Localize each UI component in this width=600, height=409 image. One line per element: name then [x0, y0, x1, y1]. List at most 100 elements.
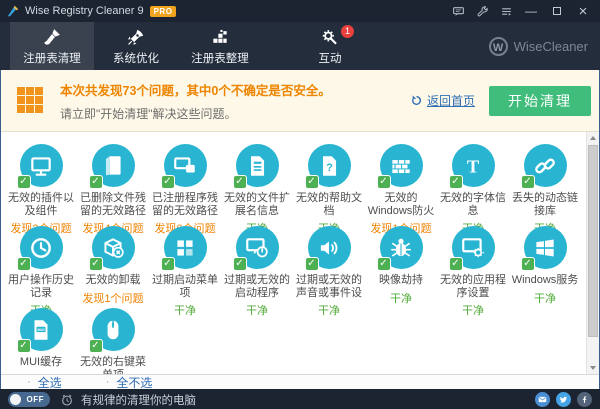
item-label: 无效的卸载	[77, 274, 149, 287]
check-icon[interactable]: ✓	[521, 175, 535, 189]
svg-text:MUI: MUI	[37, 326, 44, 331]
registry-item[interactable]: T✓无效的字体信息干净	[437, 144, 509, 226]
registry-item[interactable]: ✓无效的文件扩展名信息干净	[221, 144, 293, 226]
check-icon[interactable]: ✓	[161, 257, 175, 271]
item-label: 无效的文件扩展名信息	[221, 192, 293, 217]
wisecleaner-logo-icon: W	[489, 37, 508, 56]
registry-item[interactable]: ✓用户操作历史记录干净	[5, 226, 77, 308]
check-icon[interactable]: ✓	[377, 175, 391, 189]
main-nav: 注册表清理系统优化注册表整理 互动 1 W WiseCleaner	[0, 22, 600, 70]
svg-text:T: T	[467, 156, 479, 176]
minimize-button[interactable]: —	[518, 2, 544, 20]
close-button[interactable]: ×	[570, 2, 596, 20]
tab-label: 注册表整理	[191, 50, 249, 66]
selection-row: · 全选 · 全不选	[1, 374, 599, 389]
registry-item[interactable]: ✓丢失的动态链接库干净	[509, 144, 581, 226]
scroll-up-icon[interactable]	[587, 132, 599, 144]
facebook-icon[interactable]	[577, 392, 592, 407]
item-label: 无效的应用程序设置	[437, 274, 509, 299]
check-icon[interactable]: ✓	[377, 257, 391, 271]
item-label: 无效的字体信息	[437, 192, 509, 217]
tab-label: 互动	[319, 50, 342, 66]
item-label: 已注册程序残留的无效路径	[149, 192, 221, 217]
check-icon[interactable]: ✓	[305, 175, 319, 189]
registry-item[interactable]: ✓过期启动菜单项干净	[149, 226, 221, 308]
check-icon[interactable]: ✓	[305, 257, 319, 271]
notification-badge: 1	[341, 25, 354, 38]
start-clean-button[interactable]: 开始清理	[489, 86, 591, 116]
item-label: 无效的插件以及组件	[5, 192, 77, 217]
select-none-link[interactable]: · 全不选	[106, 374, 153, 391]
registry-item[interactable]: ✓无效的插件以及组件发现2个问题	[5, 144, 77, 226]
item-status: 干净	[293, 302, 365, 318]
item-status: 干净	[365, 290, 437, 306]
scrollbar-thumb[interactable]	[588, 145, 598, 337]
item-label: 过期启动菜单项	[149, 274, 221, 299]
scan-result-text: 本次共发现73个问题，其中0个不确定是否安全。	[60, 80, 410, 99]
item-label: Windows服务	[509, 274, 581, 287]
item-label: 映像劫持	[365, 274, 437, 287]
item-label: 过期或无效的启动程序	[221, 274, 293, 299]
check-icon[interactable]: ✓	[233, 175, 247, 189]
mail-icon[interactable]	[535, 392, 550, 407]
scroll-down-icon[interactable]	[587, 362, 599, 374]
check-icon[interactable]: ✓	[521, 257, 535, 271]
check-icon[interactable]: ✓	[17, 339, 31, 353]
scan-categories: ✓无效的插件以及组件发现2个问题✓已删除文件残留的无效路径发现4个问题✓已注册程…	[1, 132, 599, 374]
check-icon[interactable]: ✓	[233, 257, 247, 271]
registry-item[interactable]: ✓ 映像劫持干净	[365, 226, 437, 308]
registry-item[interactable]: ✓已注册程序残留的无效路径发现6个问题	[149, 144, 221, 226]
wisecleaner-logo-text: WiseCleaner	[514, 39, 588, 54]
check-icon[interactable]: ✓	[449, 175, 463, 189]
refresh-icon	[410, 94, 427, 107]
tab-system-tuneup[interactable]: 系统优化	[94, 22, 178, 70]
registry-item[interactable]: ✓无效的Windows防火发现1个问题	[365, 144, 437, 226]
alarm-clock-icon	[60, 393, 74, 407]
maximize-icon	[553, 7, 561, 15]
select-all-link[interactable]: · 全选	[27, 374, 62, 391]
registry-item[interactable]: ✓ 无效的右键菜单项	[77, 308, 149, 374]
menu-icon[interactable]	[494, 2, 518, 20]
feedback-icon[interactable]	[446, 2, 470, 20]
item-label: 无效的右键菜单项	[77, 356, 149, 374]
check-icon[interactable]: ✓	[161, 175, 175, 189]
bullet-icon: ·	[106, 376, 110, 388]
schedule-toggle[interactable]: OFF	[8, 392, 50, 407]
tab-community[interactable]: 互动 1	[298, 22, 362, 70]
registry-item[interactable]: ✓ Windows服务干净	[509, 226, 581, 308]
maximize-button[interactable]	[544, 2, 570, 20]
check-icon[interactable]: ✓	[17, 175, 31, 189]
item-label: 无效的帮助文档	[293, 192, 365, 217]
check-icon[interactable]: ✓	[17, 257, 31, 271]
item-label: 丢失的动态链接库	[509, 192, 581, 217]
registry-item[interactable]: ✓已删除文件残留的无效路径发现4个问题	[77, 144, 149, 226]
item-status: 干净	[509, 290, 581, 306]
check-icon[interactable]: ✓	[89, 175, 103, 189]
check-icon[interactable]: ✓	[449, 257, 463, 271]
defrag-icon	[209, 26, 231, 47]
check-icon[interactable]: ✓	[89, 339, 103, 353]
back-home-link[interactable]: 返回首页	[410, 92, 475, 109]
rocket-icon	[125, 26, 147, 47]
check-icon[interactable]: ✓	[89, 257, 103, 271]
support-icon[interactable]	[470, 2, 494, 20]
registry-item[interactable]: ✓ 无效的卸载发现1个问题	[77, 226, 149, 308]
registry-item[interactable]: MUI✓MUI缓存发现59个问题	[5, 308, 77, 374]
tab-registry-cleaner[interactable]: 注册表清理	[10, 22, 94, 70]
issues-grid-icon	[17, 87, 44, 114]
item-status: 干净	[437, 302, 509, 318]
statusbar: OFF 有规律的清理你的电脑	[0, 389, 600, 409]
scrollbar[interactable]	[586, 132, 599, 374]
item-label: 无效的Windows防火	[365, 192, 437, 217]
gear-wrench-icon	[319, 26, 341, 47]
tab-registry-defrag[interactable]: 注册表整理	[178, 22, 262, 70]
brush-icon	[41, 26, 63, 47]
registry-item[interactable]: ✓过期或无效的启动程序干净	[221, 226, 293, 308]
wisecleaner-logo: W WiseCleaner	[489, 22, 588, 70]
registry-item[interactable]: ✓过期或无效的声音或事件设干净	[293, 226, 365, 308]
registry-item[interactable]: ?✓无效的帮助文档干净	[293, 144, 365, 226]
twitter-icon[interactable]	[556, 392, 571, 407]
statusbar-message: 有规律的清理你的电脑	[81, 392, 196, 408]
item-status: 发现1个问题	[77, 290, 149, 306]
registry-item[interactable]: ✓无效的应用程序设置干净	[437, 226, 509, 308]
